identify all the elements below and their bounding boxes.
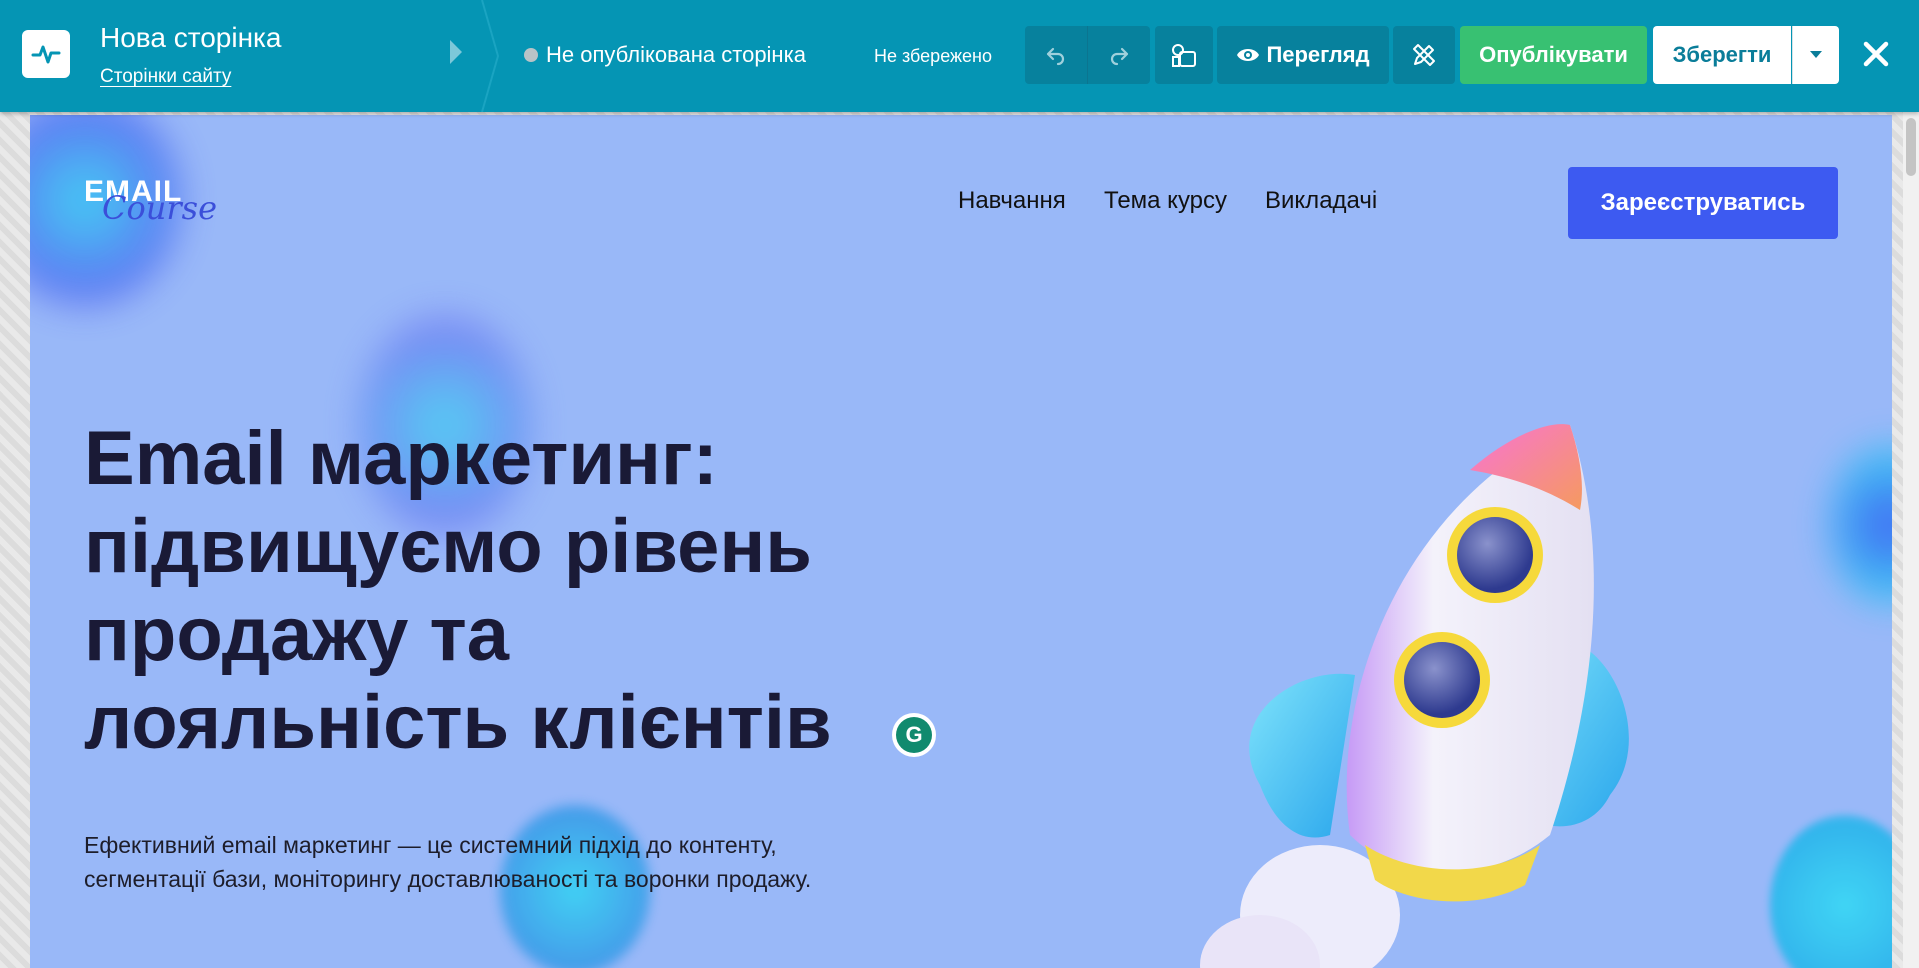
save-state-label: Не збережено	[874, 46, 993, 66]
undo-button[interactable]	[1025, 26, 1087, 84]
app-logo-icon[interactable]	[22, 30, 70, 78]
elements-button[interactable]	[1155, 26, 1213, 84]
hero-title-line: продажу та	[84, 592, 510, 677]
status-dot-icon	[524, 48, 538, 62]
hero-subtitle: Ефективний email маркетинг — це системни…	[84, 828, 944, 896]
hero-subtitle-line: Ефективний email маркетинг — це системни…	[84, 832, 777, 858]
preview-button[interactable]: Перегляд	[1217, 26, 1389, 84]
grammarly-icon: G	[896, 717, 932, 753]
decorative-blob	[1770, 815, 1892, 968]
rocket-illustration	[1200, 424, 1629, 968]
editor-toolbar: Нова сторінка Сторінки сайту Не опубліко…	[0, 0, 1919, 112]
chevron-right-icon[interactable]	[450, 40, 462, 64]
nav-item-training[interactable]: Навчання	[958, 187, 1066, 215]
hero-title-line: підвищуємо рівень	[84, 504, 812, 589]
save-options-button[interactable]	[1792, 26, 1839, 84]
redo-icon	[1110, 47, 1129, 66]
nav-item-teachers[interactable]: Викладачі	[1265, 187, 1377, 215]
eye-icon	[1237, 49, 1260, 61]
close-editor-button[interactable]	[1858, 34, 1894, 74]
hero-title-line: лояльність клієнтів	[84, 680, 832, 765]
site-logo-script: Course	[102, 189, 218, 227]
grammarly-button[interactable]: G	[892, 713, 936, 757]
preview-label: Перегляд	[1266, 42, 1370, 67]
save-button[interactable]: Зберегти	[1653, 26, 1791, 84]
decorative-blob	[1830, 445, 1892, 605]
vertical-scrollbar[interactable]	[1903, 112, 1919, 968]
publish-status-label: Не опублікована сторінка	[546, 42, 806, 67]
site-logo[interactable]: EMAIL Course	[84, 175, 254, 235]
nav-item-course-topic[interactable]: Тема курсу	[1104, 187, 1227, 215]
design-button[interactable]	[1393, 26, 1455, 84]
caret-down-icon	[1810, 51, 1822, 58]
publish-status: Не опублікована сторінка	[524, 42, 806, 68]
register-button[interactable]: Зареєструватись	[1568, 167, 1838, 239]
toolbar-divider	[481, 0, 500, 112]
page-title[interactable]: Нова сторінка	[100, 22, 281, 54]
hero-title: Email маркетинг: підвищуємо рівень прода…	[84, 415, 904, 767]
pencil-ruler-icon	[1413, 44, 1435, 66]
hero-title-line: Email маркетинг:	[84, 416, 718, 501]
shapes-icon	[1172, 44, 1196, 67]
close-icon	[1863, 41, 1889, 67]
scrollbar-thumb[interactable]	[1906, 118, 1916, 176]
publish-button[interactable]: Опублікувати	[1460, 26, 1647, 84]
hero-subtitle-line: сегментації бази, моніторингу доставлюва…	[84, 866, 812, 892]
page-canvas[interactable]: EMAIL Course Навчання Тема курсу Виклада…	[30, 115, 1892, 968]
redo-button[interactable]	[1087, 26, 1150, 84]
site-pages-link[interactable]: Сторінки сайту	[100, 66, 231, 88]
undo-icon	[1046, 47, 1065, 66]
